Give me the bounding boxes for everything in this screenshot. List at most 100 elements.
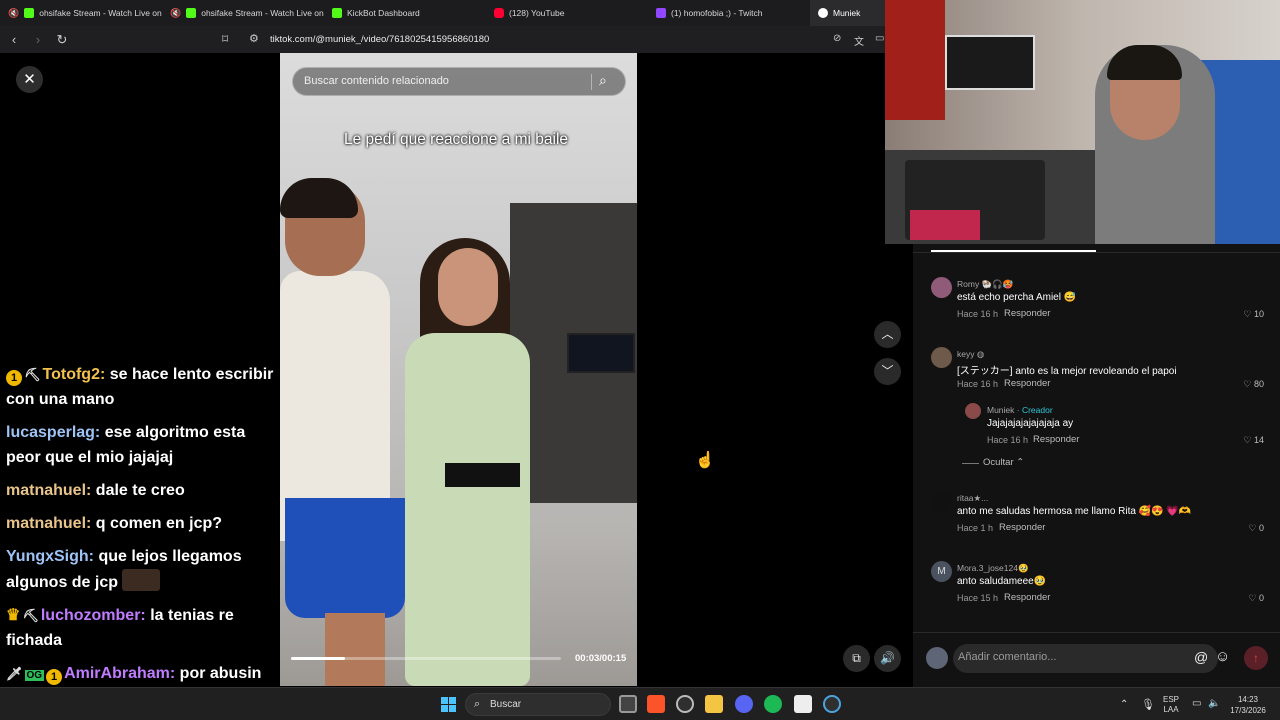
avatar[interactable]: M xyxy=(931,561,952,582)
app-icon[interactable] xyxy=(823,695,841,713)
like-button[interactable]: ♡ 0 xyxy=(1224,593,1264,604)
video-caption: Le pedí que reaccione a mi baile xyxy=(343,131,569,148)
pickaxe-badge-icon: ⛏ xyxy=(24,367,41,382)
tab-title: (128) YouTube xyxy=(509,8,565,18)
avatar[interactable] xyxy=(931,277,952,298)
comment-time: Hace 16 h xyxy=(957,379,999,389)
background-tv xyxy=(567,333,635,373)
emoji-icon[interactable]: ☺ xyxy=(1215,648,1230,665)
avatar[interactable] xyxy=(931,347,952,368)
like-button[interactable]: ♡ 80 xyxy=(1224,379,1264,390)
forward-arrow-icon[interactable]: › xyxy=(28,26,48,53)
tabs-divider xyxy=(913,252,1280,253)
browser-tab[interactable]: (128) YouTube xyxy=(486,0,648,26)
chat-username[interactable]: matnahuel: xyxy=(6,515,91,532)
reply-button[interactable]: Responder xyxy=(1004,592,1050,603)
clock[interactable]: 14:23 17/3/2026 xyxy=(1225,694,1271,716)
like-button[interactable]: ♡ 10 xyxy=(1224,309,1264,320)
reply-button[interactable]: Responder xyxy=(1004,378,1050,389)
browser-tab[interactable]: KickBot Dashboard xyxy=(324,0,486,26)
no-tracking-icon[interactable]: ⊘ xyxy=(833,33,841,44)
chat-username[interactable]: Totofg2: xyxy=(43,366,106,383)
browser-tab[interactable]: 🔇 ohsifake Stream - Watch Live on xyxy=(0,0,162,26)
chat-message: ♛ ⛏ luchozomber: la tenias re fichada xyxy=(6,603,280,653)
start-button[interactable] xyxy=(441,697,456,712)
person-dress xyxy=(405,333,530,686)
comment-time: Hace 16 h xyxy=(987,435,1029,445)
microphone-icon[interactable]: 🎙 xyxy=(1141,698,1155,711)
muted-speaker-icon[interactable]: 🔇 xyxy=(8,8,19,19)
reply-button[interactable]: Responder xyxy=(999,522,1045,533)
taskbar-search[interactable]: ⌕ Buscar xyxy=(465,693,611,716)
obs-icon[interactable] xyxy=(676,695,694,713)
site-info-icon[interactable]: ⚙ xyxy=(249,32,259,45)
chat-username[interactable]: YungxSigh: xyxy=(6,548,94,565)
volume-icon[interactable]: 🔈 xyxy=(1208,698,1220,709)
chat-username[interactable]: lucasperlag: xyxy=(6,424,100,441)
related-search-input[interactable]: Buscar contenido relacionado ⌕ xyxy=(292,67,626,96)
close-icon: ✕ xyxy=(23,71,36,88)
floating-player-button[interactable]: ⧉ xyxy=(843,645,870,672)
bookmark-icon[interactable]: ⌑ xyxy=(222,32,228,46)
chat-emote xyxy=(122,569,161,591)
translate-icon[interactable]: 文 xyxy=(854,33,864,48)
close-button[interactable]: ✕ xyxy=(16,66,43,93)
kick-favicon-icon xyxy=(186,8,197,18)
comments-panel: Romy 🐏🎧🥵 está echo percha Amiel 😅 Hace 1… xyxy=(913,244,1280,687)
avatar[interactable] xyxy=(931,491,952,512)
mention-icon[interactable]: @ xyxy=(1194,649,1208,665)
next-video-button[interactable]: ﹀ xyxy=(874,358,901,385)
username-text: Muniek xyxy=(987,405,1015,415)
brave-browser-icon[interactable] xyxy=(647,695,665,713)
muted-speaker-icon[interactable]: 🔇 xyxy=(170,8,181,19)
comment-username[interactable]: Mora.3_jose124🥹 xyxy=(957,563,1029,574)
hide-replies-button[interactable]: Ocultar ⌃ xyxy=(983,457,1024,468)
discord-icon[interactable] xyxy=(735,695,753,713)
browser-tab[interactable]: (1) homofobia ;) - Twitch xyxy=(648,0,810,26)
heart-icon: ♡ xyxy=(1248,523,1257,533)
person-belt xyxy=(445,463,520,487)
browser-tab[interactable]: 🔇 ohsifake Stream - Watch Live on xyxy=(162,0,324,26)
username-text: Romy xyxy=(957,279,980,289)
comment-username[interactable]: Muniek · Creador xyxy=(987,405,1053,415)
davinci-icon[interactable] xyxy=(794,695,812,713)
file-explorer-icon[interactable] xyxy=(705,695,723,713)
task-view-icon[interactable] xyxy=(619,695,637,713)
spotify-icon[interactable] xyxy=(764,695,782,713)
window-icon[interactable]: ▭ xyxy=(875,33,884,44)
pickaxe-badge-icon: ⛏ xyxy=(22,608,39,623)
like-button[interactable]: ♡ 0 xyxy=(1224,523,1264,534)
reply-button[interactable]: Responder xyxy=(1033,434,1079,445)
chat-username[interactable]: luchozomber: xyxy=(41,607,146,624)
send-comment-button[interactable]: ↑ xyxy=(1244,646,1268,670)
chevron-up-icon[interactable]: ⌃ xyxy=(1120,699,1128,710)
chat-message: matnahuel: dale te creo xyxy=(6,478,280,503)
comment-username[interactable]: ritaa★... xyxy=(957,493,988,504)
comment-username[interactable]: Romy 🐏🎧🥵 xyxy=(957,279,1013,290)
tab-title: ohsifake Stream - Watch Live on xyxy=(201,8,324,18)
keyboard-language[interactable]: ESP LAA xyxy=(1163,695,1179,715)
reload-icon[interactable]: ↻ xyxy=(52,26,72,53)
previous-video-button[interactable]: ︿ xyxy=(874,321,901,348)
like-button[interactable]: ♡ 14 xyxy=(1224,435,1264,446)
windows-logo-icon xyxy=(441,697,448,704)
webcam-poster xyxy=(885,0,945,120)
like-count: 0 xyxy=(1258,593,1264,603)
comment-input[interactable]: Añadir comentario... xyxy=(953,644,1218,673)
volume-button[interactable]: 🔊 xyxy=(874,645,901,672)
username-text: Mora.3_jose124 xyxy=(957,563,1018,573)
avatar[interactable] xyxy=(965,403,981,419)
video-progress-bar[interactable] xyxy=(291,657,561,660)
search-icon[interactable]: ⌕ xyxy=(599,72,607,89)
network-icon[interactable]: ▭ xyxy=(1192,698,1201,709)
reply-button[interactable]: Responder xyxy=(1004,308,1050,319)
arrow-up-icon: ↑ xyxy=(1253,651,1259,665)
address-bar: ‹ › ↻ ⌑ ⚙ tiktok.com/@muniek_/video/7618… xyxy=(0,26,885,53)
url-field[interactable]: tiktok.com/@muniek_/video/76180254159568… xyxy=(270,34,489,45)
hand-cursor-icon: ☝ xyxy=(695,452,715,469)
comment-text: Jajajajajajajajaja ay xyxy=(987,418,1074,429)
comment-username[interactable]: keyy ◍ xyxy=(957,349,984,360)
chat-username[interactable]: matnahuel: xyxy=(6,482,91,499)
back-arrow-icon[interactable]: ‹ xyxy=(4,26,24,53)
chat-username[interactable]: AmirAbraham: xyxy=(64,665,175,682)
